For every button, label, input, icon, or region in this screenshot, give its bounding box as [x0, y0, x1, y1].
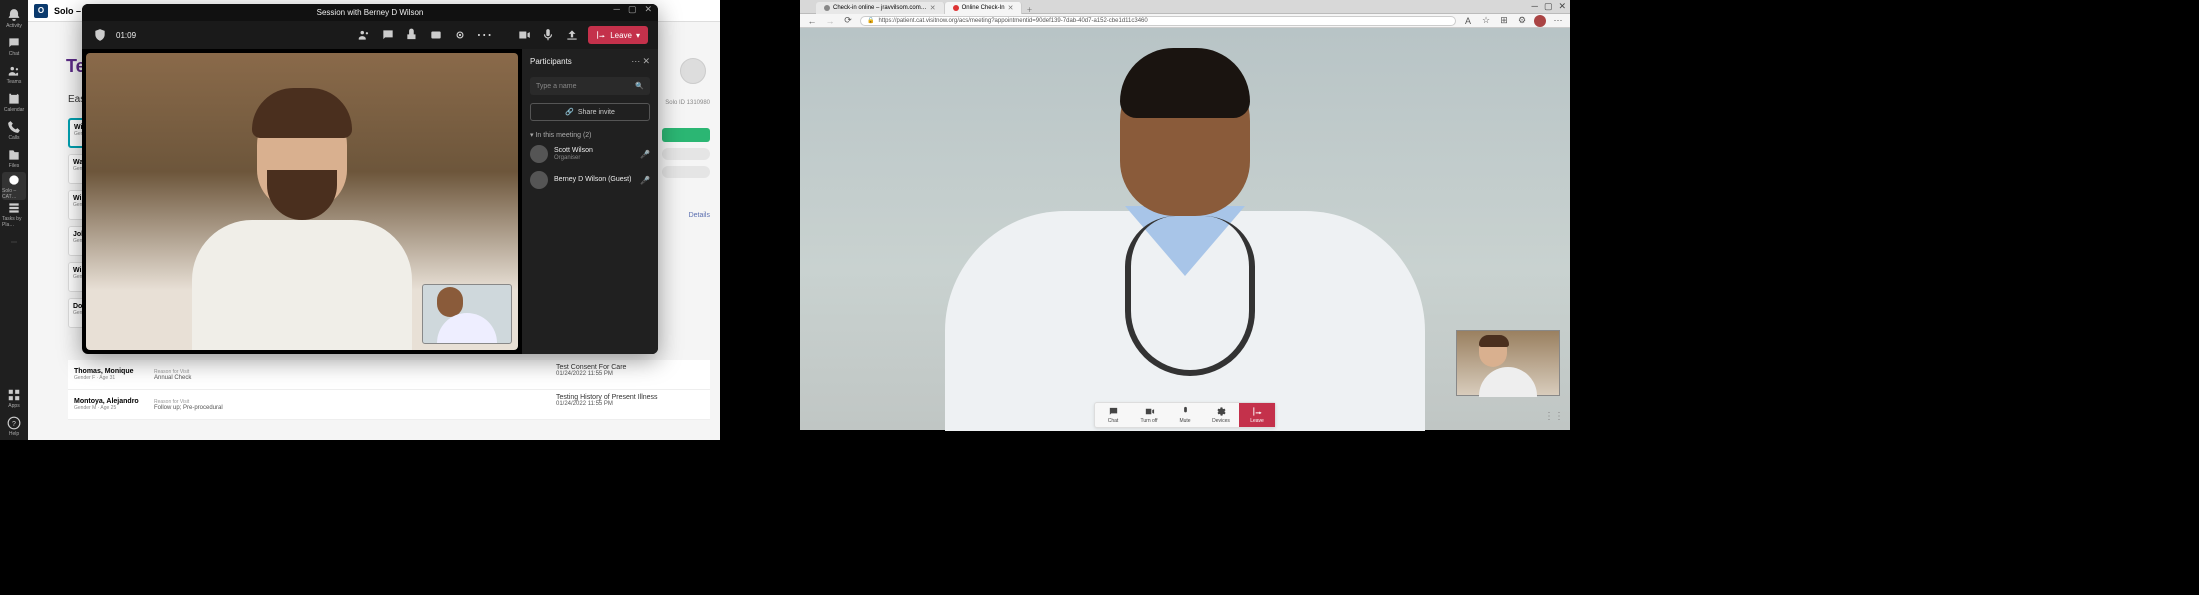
- solo-info: Solo ID 1310980 Details: [660, 26, 710, 219]
- status-indicator-green[interactable]: [662, 128, 710, 142]
- browser-tabstrip: Check-in online – jravvilsom.com…✕ Onlin…: [800, 0, 1570, 14]
- camera-button[interactable]: Turn off: [1131, 403, 1167, 427]
- mic-icon[interactable]: 🎤: [640, 150, 650, 159]
- self-video-pip[interactable]: [1456, 330, 1560, 396]
- meeting-toolbar: 01:09 ⋯ Leave▾: [82, 21, 658, 49]
- more-icon[interactable]: ⋯: [631, 56, 640, 66]
- link-icon: 🔗: [565, 108, 574, 116]
- mic-button[interactable]: Mute: [1167, 403, 1203, 427]
- participant-search[interactable]: Type a name 🔍: [530, 77, 650, 95]
- minimize-icon[interactable]: ─: [1532, 1, 1538, 12]
- rail-solo-app[interactable]: Solo – CAT…: [2, 172, 26, 200]
- call-controls: Chat Turn off Mute Devices Leave: [1094, 402, 1276, 428]
- share-invite-button[interactable]: 🔗 Share invite: [530, 103, 650, 121]
- more-icon[interactable]: ⋯: [476, 27, 492, 43]
- chat-icon[interactable]: [380, 27, 396, 43]
- rail-calendar[interactable]: Calendar: [2, 88, 26, 116]
- search-icon: 🔍: [635, 82, 644, 90]
- remote-video: [925, 46, 1445, 406]
- people-icon[interactable]: [356, 27, 372, 43]
- extension-icon[interactable]: ⚙: [1516, 15, 1528, 27]
- reactions-icon[interactable]: [404, 27, 420, 43]
- rail-tasks[interactable]: Tasks by Pla…: [2, 200, 26, 228]
- status-pill[interactable]: [662, 166, 710, 178]
- teams-rail: Activity Chat Teams Calendar Calls Files…: [0, 0, 28, 440]
- browser-toolbar: ← → ⟳ 🔒 https://patient.cat.visitnow.org…: [800, 14, 1570, 28]
- leave-button[interactable]: Leave: [1239, 403, 1275, 427]
- solo-id: Solo ID 1310980: [660, 100, 710, 106]
- rail-teams[interactable]: Teams: [2, 60, 26, 88]
- solo-logo-icon: O: [34, 4, 48, 18]
- avatar: [530, 145, 548, 163]
- resize-handle-icon[interactable]: ⋮⋮: [1544, 411, 1564, 422]
- documents-list: Test Consent For Care01/24/2022 11:55 PM…: [550, 360, 710, 420]
- profile-icon[interactable]: [1534, 15, 1546, 27]
- close-icon[interactable]: ✕: [644, 4, 652, 15]
- chat-button[interactable]: Chat: [1095, 403, 1131, 427]
- participant-row[interactable]: Berney D Wilson (Guest) 🎤: [522, 167, 658, 193]
- self-video-pip[interactable]: [422, 284, 512, 344]
- mic-icon[interactable]: [540, 27, 556, 43]
- back-icon[interactable]: ←: [806, 15, 818, 27]
- rail-help[interactable]: ?Help: [2, 412, 26, 440]
- rail-calls[interactable]: Calls: [2, 116, 26, 144]
- browser-window: Check-in online – jravvilsom.com…✕ Onlin…: [800, 0, 1570, 430]
- svg-text:?: ?: [12, 420, 16, 427]
- favicon-icon: [953, 5, 959, 11]
- avatar: [530, 171, 548, 189]
- chevron-down-icon: ▾: [636, 31, 640, 40]
- rail-activity[interactable]: Activity: [2, 4, 26, 32]
- browser-tab[interactable]: Check-in online – jravvilsom.com…✕: [816, 2, 945, 14]
- maximize-icon[interactable]: ▢: [1544, 1, 1553, 12]
- rail-more[interactable]: ⋯: [2, 228, 26, 256]
- participants-panel: Participants ⋯ ✕ Type a name 🔍 🔗 Share i…: [522, 49, 658, 354]
- camera-icon[interactable]: [516, 27, 532, 43]
- close-tab-icon[interactable]: ✕: [1008, 4, 1014, 12]
- menu-icon[interactable]: ⋯: [1552, 15, 1564, 27]
- apps-icon[interactable]: [452, 27, 468, 43]
- status-stack: [662, 148, 710, 184]
- rooms-icon[interactable]: [428, 27, 444, 43]
- rail-apps[interactable]: Apps: [2, 384, 26, 412]
- rail-chat[interactable]: Chat: [2, 32, 26, 60]
- lock-icon: 🔒: [867, 17, 874, 24]
- document-row[interactable]: Testing History of Present Illness01/24/…: [550, 390, 710, 420]
- maximize-icon[interactable]: ▢: [628, 4, 637, 15]
- refresh-icon[interactable]: ⟳: [842, 15, 854, 27]
- close-icon[interactable]: ✕: [1558, 1, 1566, 12]
- address-bar[interactable]: 🔒 https://patient.cat.visitnow.org/acs/m…: [860, 16, 1456, 26]
- rail-files[interactable]: Files: [2, 144, 26, 172]
- new-tab-button[interactable]: ＋: [1022, 5, 1036, 14]
- participant-row[interactable]: Scott WilsonOrganiser 🎤: [522, 141, 658, 167]
- browser-tab[interactable]: Online Check-In✕: [945, 2, 1023, 14]
- read-aloud-icon[interactable]: A: [1462, 15, 1474, 27]
- devices-button[interactable]: Devices: [1203, 403, 1239, 427]
- favicon-icon: [824, 5, 830, 11]
- meeting-timer: 01:09: [116, 31, 136, 40]
- minimize-icon[interactable]: ─: [614, 4, 620, 15]
- collections-icon[interactable]: ⊞: [1498, 15, 1510, 27]
- share-icon[interactable]: [564, 27, 580, 43]
- participant-video: [172, 70, 432, 350]
- leave-button[interactable]: Leave▾: [588, 26, 648, 44]
- document-row[interactable]: Test Consent For Care01/24/2022 11:55 PM: [550, 360, 710, 390]
- mic-icon[interactable]: 🎤: [640, 176, 650, 185]
- teams-window: Activity Chat Teams Calendar Calls Files…: [0, 0, 720, 440]
- shield-icon[interactable]: [92, 27, 108, 43]
- details-link[interactable]: Details: [660, 212, 710, 219]
- meeting-window: Session with Berney D Wilson ─ ▢ ✕ 01:09…: [82, 4, 658, 354]
- favorite-icon[interactable]: ☆: [1480, 15, 1492, 27]
- meeting-titlebar[interactable]: Session with Berney D Wilson ─ ▢ ✕: [82, 4, 658, 21]
- main-video[interactable]: [86, 53, 518, 350]
- video-call-page: Chat Turn off Mute Devices Leave ⋮⋮: [800, 28, 1570, 430]
- app-title: Solo –: [54, 6, 81, 16]
- status-pill[interactable]: [662, 148, 710, 160]
- close-tab-icon[interactable]: ✕: [930, 4, 936, 12]
- close-panel-icon[interactable]: ✕: [642, 56, 650, 66]
- forward-icon[interactable]: →: [824, 15, 836, 27]
- participants-section-header[interactable]: ▾ In this meeting (2): [522, 125, 658, 141]
- participants-title: Participants: [530, 57, 572, 66]
